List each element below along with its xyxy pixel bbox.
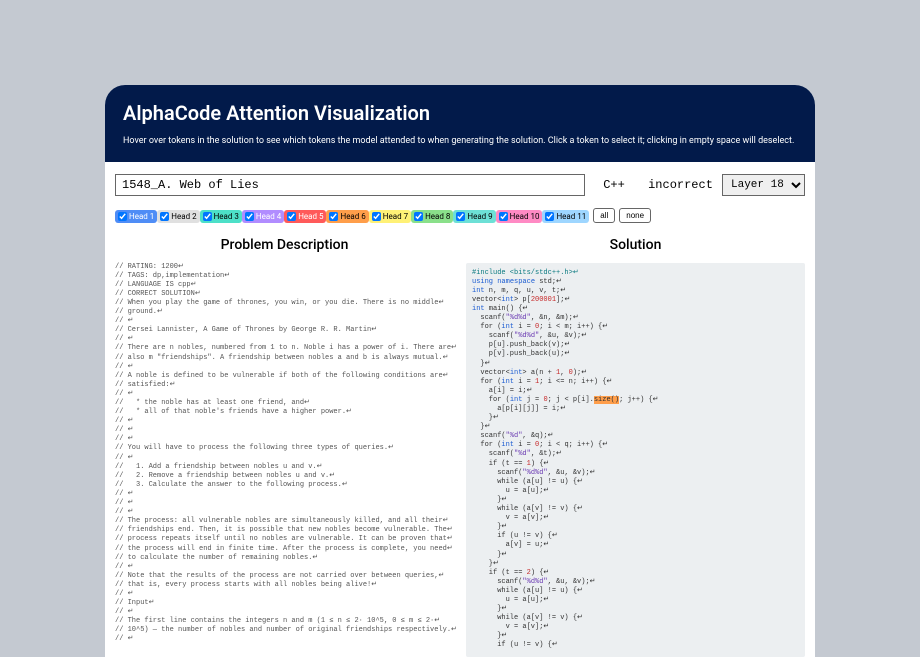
head-toggle-11[interactable]: Head 11 (542, 210, 589, 223)
problem-name-input[interactable] (115, 174, 585, 196)
head-label: Head 10 (510, 212, 540, 221)
head-toggle-7[interactable]: Head 7 (369, 210, 411, 223)
row-selects: C++ incorrect Layer 18 (115, 174, 805, 196)
header: AlphaCode Attention Visualization Hover … (105, 85, 815, 162)
status-label: incorrect (643, 174, 718, 196)
solution-column: Solution #include <bits/stdc++.h>↵ using… (466, 237, 805, 657)
head-label: Head 4 (256, 212, 281, 221)
problem-title: Problem Description (115, 237, 454, 253)
head-label: Head 3 (214, 212, 239, 221)
solution-wrapper: #include <bits/stdc++.h>↵ using namespac… (466, 263, 805, 657)
problem-code[interactable]: // RATING: 1200↵ // TAGS: dp,implementat… (115, 263, 454, 645)
app-panel: AlphaCode Attention Visualization Hover … (105, 85, 815, 657)
solution-code[interactable]: #include <bits/stdc++.h>↵ using namespac… (472, 269, 799, 651)
head-label: Head 6 (340, 212, 365, 221)
head-label: Head 11 (556, 212, 586, 221)
head-label: Head 7 (383, 212, 408, 221)
head-checkbox-6[interactable] (329, 212, 338, 221)
problem-column: Problem Description // RATING: 1200↵ // … (115, 237, 454, 657)
head-checkbox-1[interactable] (118, 212, 127, 221)
head-checkbox-2[interactable] (160, 212, 169, 221)
head-label: Head 1 (129, 212, 154, 221)
all-button[interactable]: all (593, 208, 615, 223)
head-label: Head 2 (171, 212, 196, 221)
language-label: C++ (589, 174, 639, 196)
head-checkbox-11[interactable] (545, 212, 554, 221)
head-label: Head 5 (298, 212, 323, 221)
head-toggle-10[interactable]: Head 10 (496, 210, 543, 223)
page-subtitle: Hover over tokens in the solution to see… (123, 135, 797, 148)
head-toggle-5[interactable]: Head 5 (284, 210, 326, 223)
none-button[interactable]: none (619, 208, 651, 223)
columns: Problem Description // RATING: 1200↵ // … (105, 231, 815, 657)
page-title: AlphaCode Attention Visualization (123, 101, 797, 125)
head-checkbox-3[interactable] (203, 212, 212, 221)
head-checkbox-10[interactable] (499, 212, 508, 221)
layer-select[interactable]: Layer 18 (722, 174, 805, 196)
head-checkbox-7[interactable] (372, 212, 381, 221)
head-toggle-3[interactable]: Head 3 (200, 210, 242, 223)
head-toggle-4[interactable]: Head 4 (242, 210, 284, 223)
head-checkbox-8[interactable] (414, 212, 423, 221)
head-toggle-2[interactable]: Head 2 (157, 210, 199, 223)
head-checkbox-5[interactable] (287, 212, 296, 221)
head-label: Head 9 (467, 212, 492, 221)
solution-title: Solution (466, 237, 805, 253)
heads-row: Head 1 Head 2 Head 3 Head 4 Head 5 Head 6 Head… (115, 206, 805, 225)
head-toggle-1[interactable]: Head 1 (115, 210, 157, 223)
head-label: Head 8 (425, 212, 450, 221)
head-toggle-8[interactable]: Head 8 (411, 210, 453, 223)
head-checkbox-9[interactable] (456, 212, 465, 221)
head-toggle-6[interactable]: Head 6 (326, 210, 368, 223)
controls: C++ incorrect Layer 18 Head 1Head 2Head … (105, 162, 815, 231)
head-checkbox-4[interactable] (245, 212, 254, 221)
head-toggle-9[interactable]: Head 9 (453, 210, 495, 223)
